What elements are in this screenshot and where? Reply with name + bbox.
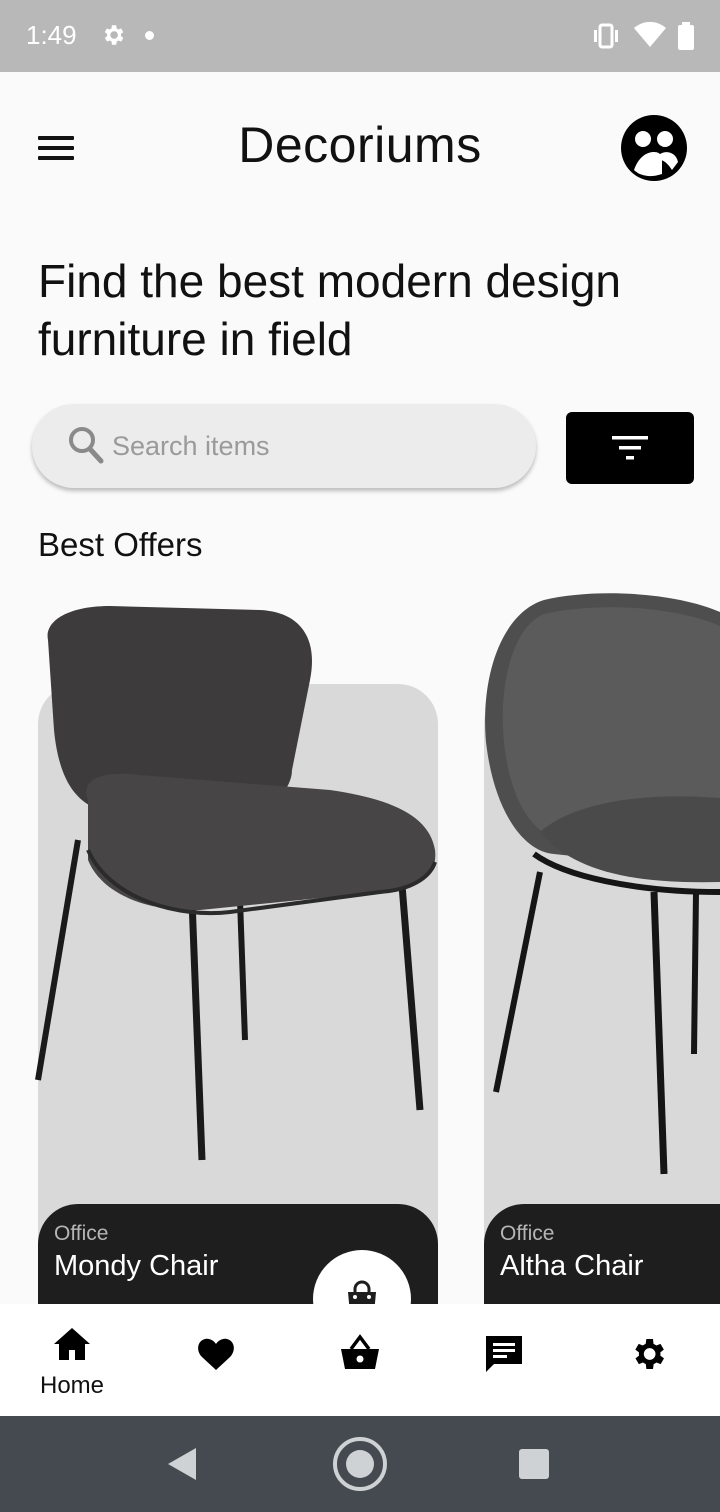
home-circle-icon[interactable] — [332, 1436, 388, 1492]
nav-item-basket[interactable] — [288, 1304, 432, 1416]
product-category: Office — [54, 1222, 109, 1245]
nav-item-favorites[interactable] — [144, 1304, 288, 1416]
app-bar: Decoriums — [0, 72, 720, 222]
search-box[interactable] — [32, 404, 536, 488]
nav-item-settings[interactable] — [576, 1304, 720, 1416]
page-headline: Find the best modern design furniture in… — [38, 255, 622, 365]
wifi-icon — [634, 22, 666, 47]
heart-icon — [198, 1338, 234, 1370]
product-info: Office Altha Chair — [484, 1204, 720, 1304]
chat-icon — [486, 1336, 522, 1372]
settings-icon — [635, 1339, 664, 1369]
gear-icon — [104, 25, 124, 45]
section-title-best-offers: Best Offers — [38, 526, 203, 563]
nav-item-messages[interactable] — [432, 1304, 576, 1416]
filter-button[interactable] — [566, 412, 694, 484]
app-title: Decoriums — [238, 117, 482, 173]
bottom-navigation: Home — [0, 1304, 720, 1416]
home-icon — [54, 1328, 90, 1360]
product-image-mondy-chair — [35, 606, 437, 1161]
product-card[interactable]: Office Mondy Chair — [35, 606, 438, 1348]
product-name: Altha Chair — [500, 1250, 644, 1282]
notification-dot-icon — [145, 31, 154, 40]
back-icon[interactable] — [166, 1446, 198, 1482]
system-navigation-bar — [0, 1416, 720, 1512]
basket-icon — [341, 1334, 379, 1369]
recents-icon[interactable] — [519, 1449, 549, 1479]
nav-item-home[interactable]: Home — [0, 1304, 144, 1416]
status-bar: 1:49 — [0, 0, 720, 72]
product-info: Office Mondy Chair — [38, 1204, 438, 1348]
product-image-altha-chair — [485, 593, 720, 1175]
search-icon — [69, 427, 104, 464]
product-name: Mondy Chair — [54, 1250, 219, 1282]
product-category: Office — [500, 1222, 555, 1245]
user-avatar-icon[interactable] — [620, 114, 688, 182]
product-card[interactable]: Office Altha Chair — [484, 593, 720, 1304]
vibrate-icon — [594, 23, 618, 49]
nav-label-home: Home — [39, 1372, 105, 1399]
status-time: 1:49 — [26, 20, 77, 50]
battery-icon — [678, 22, 694, 50]
search-input[interactable] — [112, 426, 512, 466]
filter-icon — [612, 436, 648, 460]
